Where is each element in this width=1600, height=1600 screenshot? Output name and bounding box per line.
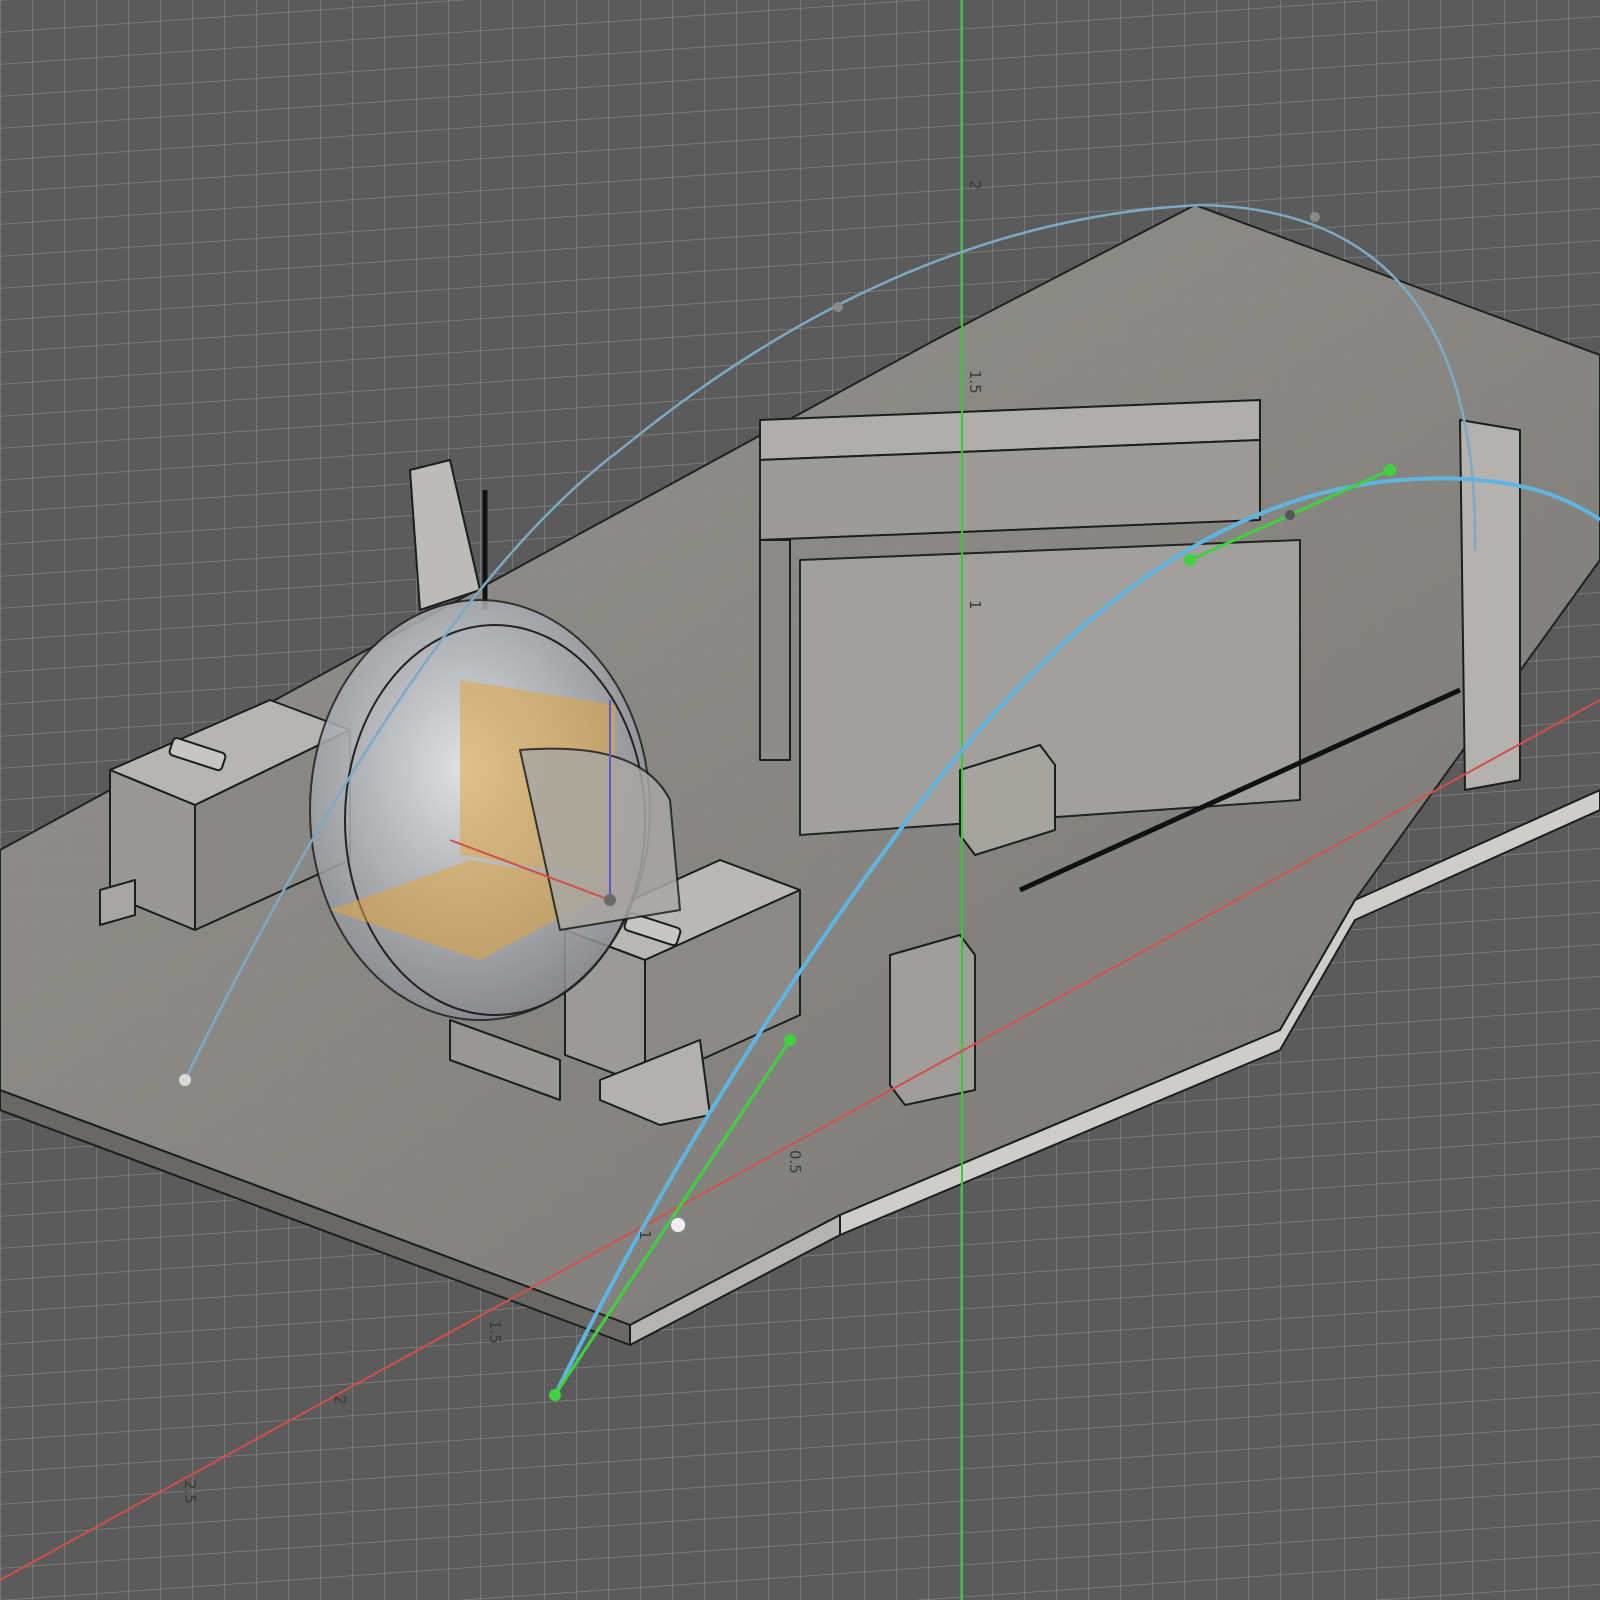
handle-endpoint-right[interactable] [1384, 464, 1396, 476]
dimension-label-vertical-0-5: 0.5 [786, 1150, 804, 1174]
right-upright-bracket[interactable] [1459, 419, 1521, 791]
dimension-label-diagonal-1-5: 1.5 [486, 1320, 504, 1344]
outer-spline-point-low[interactable] [560, 580, 570, 590]
dimension-label-diagonal-1: 1 [636, 1230, 654, 1240]
3d-viewport[interactable]: 2 1.5 1 0.5 1 1.5 2 2.5 [0, 0, 1600, 1600]
handle-endpoint-left[interactable] [1184, 554, 1196, 566]
dimension-label-diagonal-2-5: 2.5 [181, 1480, 199, 1504]
spline-control-point[interactable] [669, 1216, 687, 1234]
spline-endpoint-left[interactable] [179, 1074, 191, 1086]
handle-endpoint-bottom[interactable] [549, 1389, 561, 1401]
spline-fit-point[interactable] [1285, 510, 1295, 520]
dimension-label-vertical-2: 2 [966, 180, 984, 190]
rear-wall-left-post [759, 539, 791, 761]
dimension-label-diagonal-2: 2 [331, 1395, 349, 1405]
outer-spline-point-mid[interactable] [833, 302, 843, 312]
viewport-canvas[interactable]: 2 1.5 1 0.5 1 1.5 2 2.5 [0, 0, 1600, 1600]
handle-endpoint-mid[interactable] [784, 1034, 796, 1046]
outer-spline-point-top[interactable] [1310, 212, 1320, 222]
dimension-label-vertical-1-5: 1.5 [966, 370, 984, 394]
dimension-label-vertical-1: 1 [966, 600, 984, 610]
origin-point[interactable] [604, 894, 616, 906]
